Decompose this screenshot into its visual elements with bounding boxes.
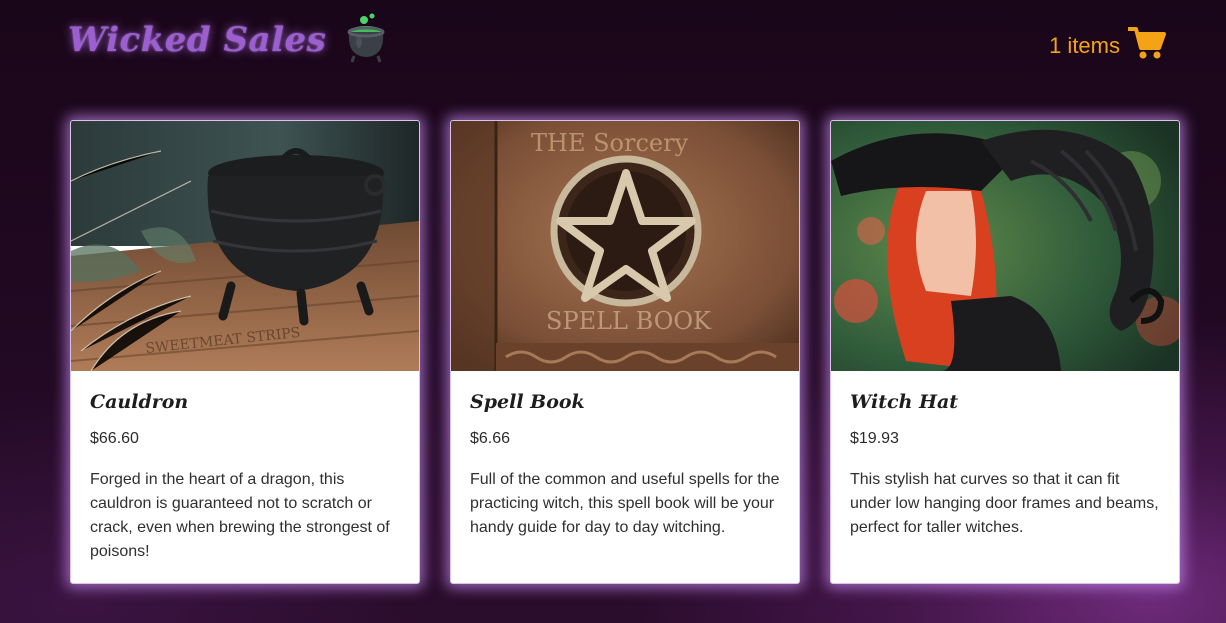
svg-text:THE Sorcery: THE Sorcery [531,129,689,157]
product-image-witch-hat[interactable] [831,121,1179,371]
product-card[interactable]: THE Sorcery SPELL BOOK Spell Book $6.66 … [450,120,800,584]
product-name[interactable]: Spell Book [470,391,780,413]
product-description: Forged in the heart of a dragon, this ca… [90,471,390,560]
cart-button[interactable]: 1 items [1049,26,1166,66]
cart-count[interactable]: 1 items [1049,33,1120,59]
svg-text:SPELL BOOK: SPELL BOOK [546,307,712,335]
product-image-spell-book[interactable]: THE Sorcery SPELL BOOK [451,121,799,371]
product-name[interactable]: Cauldron [90,391,400,413]
product-description: Full of the common and useful spells for… [470,471,780,536]
product-name[interactable]: Witch Hat [850,391,1160,413]
product-card[interactable]: SWEETMEAT STRIPS Cauldron $66.60 Forged … [70,120,420,584]
product-price: $19.93 [850,430,899,447]
shopping-cart-icon[interactable] [1127,26,1166,66]
brand[interactable]: Wicked Sales [68,12,388,69]
product-price: $6.66 [470,430,511,447]
cauldron-icon [344,12,388,69]
product-image-cauldron[interactable]: SWEETMEAT STRIPS [71,121,419,371]
product-description: This stylish hat curves so that it can f… [850,471,1159,536]
product-card[interactable]: Witch Hat $19.93 This stylish hat curves… [830,120,1180,584]
brand-title[interactable]: Wicked Sales [68,20,326,60]
product-price: $66.60 [90,430,139,447]
